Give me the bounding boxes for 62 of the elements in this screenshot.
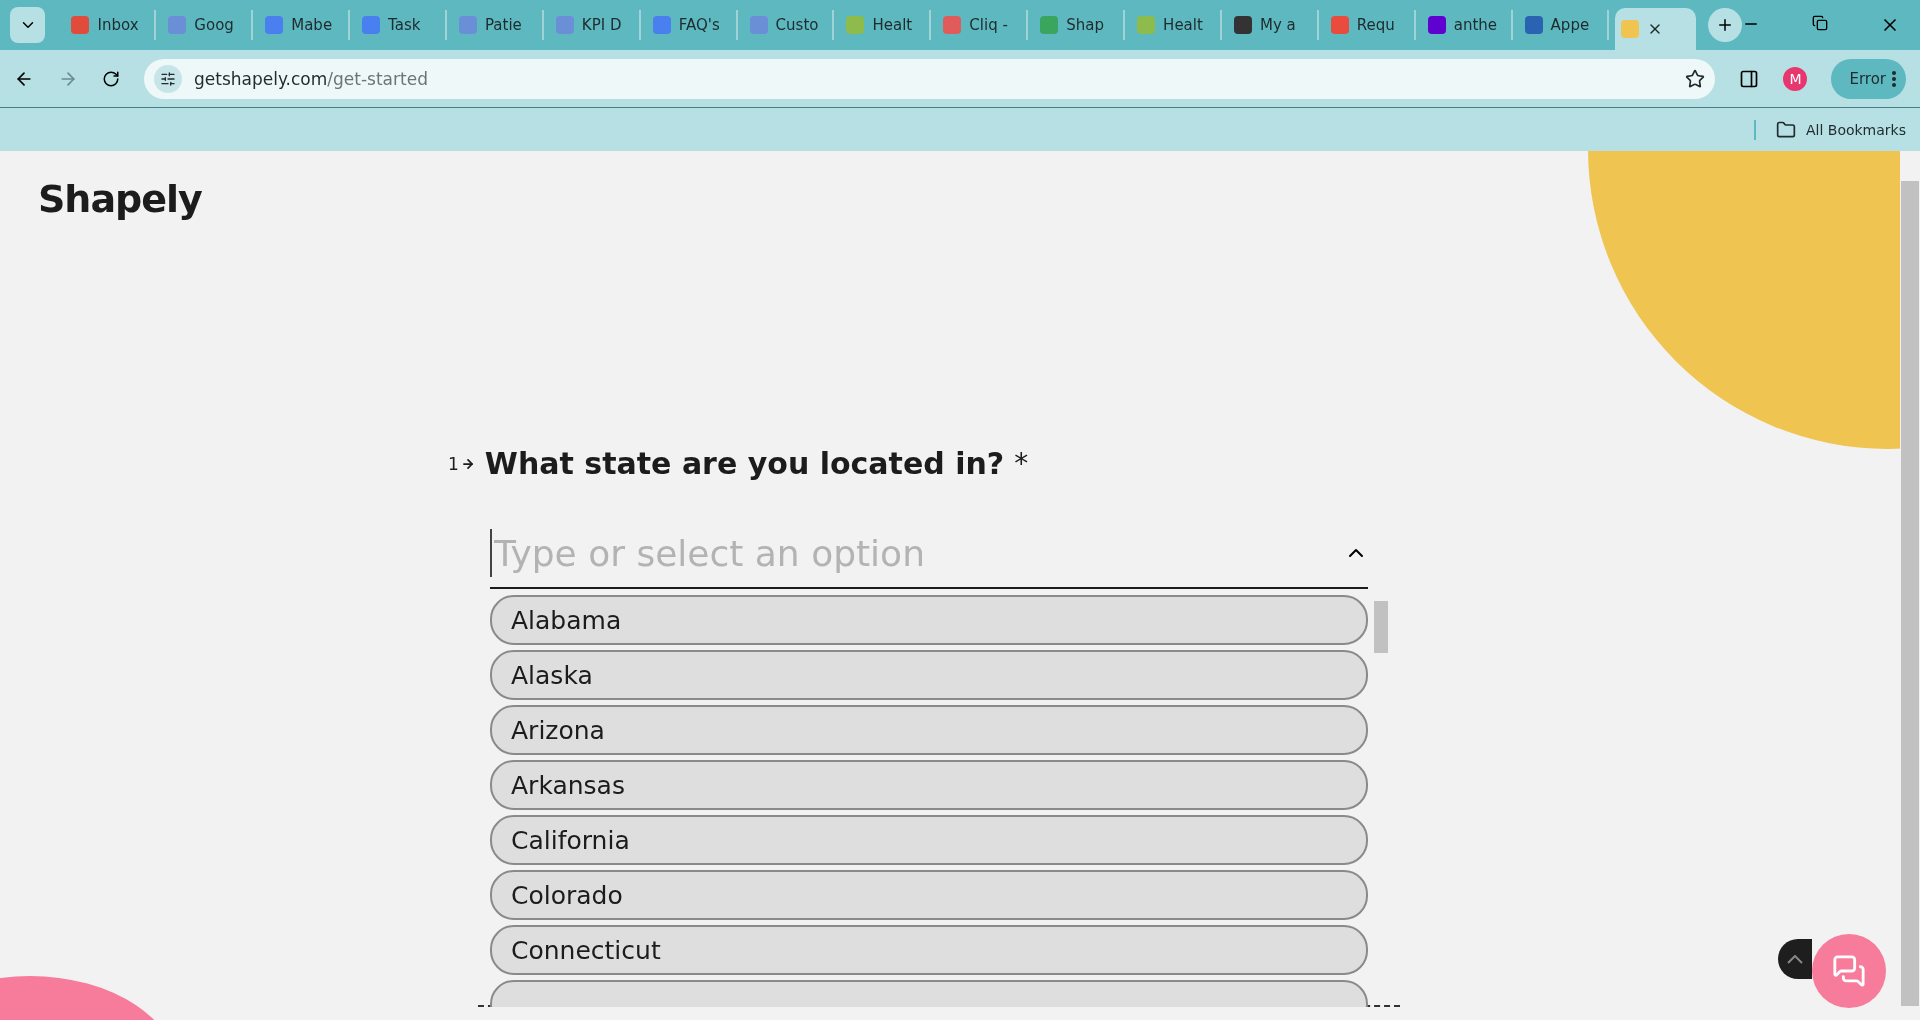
browser-tab[interactable]: Goog [162, 10, 254, 40]
browser-tab[interactable]: Healt [1131, 10, 1222, 40]
browser-tab[interactable]: KPI D [549, 10, 641, 40]
browser-tab[interactable]: Requ [1324, 10, 1416, 40]
favicon-icon [555, 16, 574, 34]
profile-avatar[interactable]: M [1783, 66, 1808, 91]
side-panel-icon[interactable] [1739, 68, 1760, 89]
favicon-icon [459, 16, 477, 34]
browser-tab[interactable]: anthe [1421, 10, 1513, 40]
state-option[interactable]: Alaska [490, 650, 1368, 700]
browser-tab[interactable]: FAQ's [646, 10, 738, 40]
favicon-icon [362, 16, 381, 34]
favicon-icon [1621, 20, 1640, 38]
browser-tab[interactable]: Patie [453, 10, 544, 40]
favicon-icon [1524, 16, 1543, 34]
state-input-field[interactable]: Type or select an option [490, 519, 1368, 589]
url-text: getshapely.com/get-started [194, 68, 428, 89]
browser-tab[interactable]: Cliq - [937, 10, 1029, 40]
required-mark: * [1014, 447, 1029, 480]
arrow-right-icon [460, 456, 475, 471]
favicon-icon [71, 16, 90, 34]
chat-bubbles-icon [1832, 954, 1866, 988]
browser-tab[interactable]: Task [356, 10, 447, 40]
browser-tab[interactable]: Shap [1034, 10, 1126, 40]
browser-tab[interactable]: Healt [840, 10, 932, 40]
favicon-icon [749, 16, 768, 34]
shapely-logo: Shapely [38, 177, 203, 221]
favicon-icon [1427, 16, 1446, 34]
error-button[interactable]: Error [1831, 58, 1906, 99]
state-option[interactable]: California [490, 815, 1368, 865]
bookmark-star-icon[interactable] [1685, 68, 1706, 89]
site-settings-icon[interactable] [154, 64, 182, 93]
state-option[interactable]: Connecticut [490, 925, 1368, 975]
favicon-icon [652, 16, 671, 34]
favicon-icon [1137, 16, 1156, 34]
folder-icon [1775, 119, 1796, 140]
question-number: 1 [448, 453, 475, 474]
scroll-top-button[interactable] [1778, 939, 1812, 979]
state-option[interactable]: Colorado [490, 870, 1368, 920]
browser-tab[interactable]: My a [1228, 10, 1319, 40]
browser-tab[interactable]: Custo [743, 10, 835, 40]
favicon-icon [265, 16, 284, 34]
favicon-icon [168, 16, 187, 34]
state-option[interactable]: Arizona [490, 705, 1368, 755]
more-icon [1892, 70, 1896, 87]
new-tab-button[interactable] [1708, 8, 1742, 42]
favicon-icon [1040, 16, 1059, 34]
favicon-icon [1330, 16, 1349, 34]
chevron-up-icon [1787, 954, 1803, 964]
browser-tab[interactable]: Appe [1518, 10, 1610, 40]
reload-icon[interactable] [102, 69, 120, 88]
state-option[interactable]: Alabama [490, 595, 1368, 645]
restore-icon[interactable] [1812, 15, 1828, 31]
all-bookmarks-link[interactable]: All Bookmarks [1805, 121, 1906, 138]
question-text: What state are you located in? [484, 446, 1005, 481]
address-bar[interactable]: getshapely.com/get-started [144, 58, 1716, 99]
browser-tab[interactable]: Inbox [65, 10, 157, 40]
state-option[interactable]: Arkansas [490, 760, 1368, 810]
favicon-icon [943, 16, 962, 34]
favicon-icon [846, 16, 865, 34]
browser-tab[interactable]: Mabe [259, 10, 351, 40]
favicon-icon [1234, 16, 1252, 34]
